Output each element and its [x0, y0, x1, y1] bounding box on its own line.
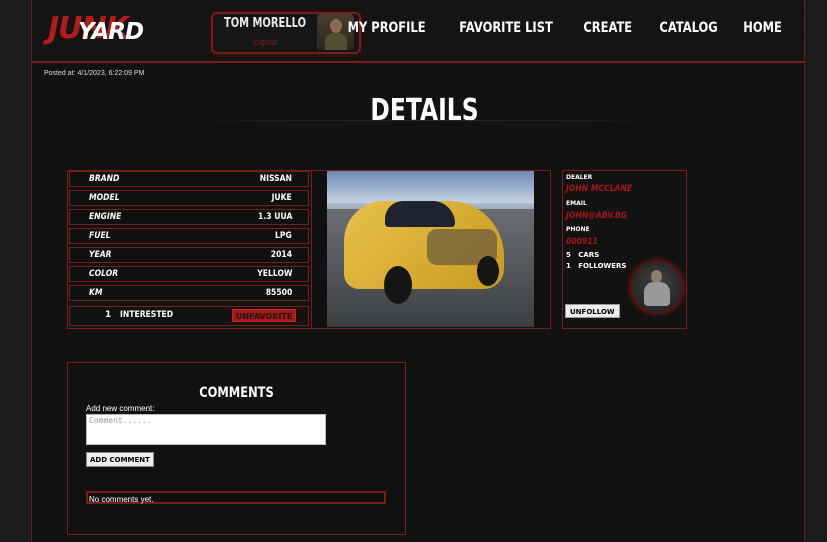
spec-label: COLOR	[89, 269, 119, 279]
spec-label: ENGINE	[89, 212, 122, 222]
dealer-card: DEALER JOHN MCCLANE EMAIL JOHN@ABV.BG PH…	[562, 170, 687, 329]
page-frame: JUNK YARD TOM MORELLO logout MY PROFILE …	[31, 0, 805, 542]
interested-label: INTERESTED	[120, 310, 174, 320]
nav-my-profile[interactable]: MY PROFILE	[348, 18, 426, 38]
spec-label: KM	[89, 288, 103, 298]
unfavorite-button[interactable]: UNFAVORITE	[232, 309, 297, 322]
spec-value: YELLOW	[256, 269, 292, 279]
spec-row: ENGINE 1.3 UUA	[69, 209, 309, 225]
spec-value: 85500	[265, 288, 292, 298]
dealer-phone: 000911	[566, 237, 598, 247]
car-photo	[327, 171, 534, 327]
main-nav: MY PROFILE FAVORITE LIST CREATE CATALOG …	[339, 18, 786, 38]
spec-row: KM 85500	[69, 285, 309, 301]
spec-row: COLOR YELLOW	[69, 266, 309, 282]
comments-panel: COMMENTS Add new comment: ADD COMMENT No…	[67, 362, 406, 535]
nav-favorite-list[interactable]: FAVORITE LIST	[459, 18, 553, 38]
specs-table: BRAND NISSAN MODEL JUKE ENGINE 1.3 UUA F…	[67, 170, 313, 329]
dealer-email: JOHN@ABV.BG	[566, 211, 628, 221]
title-divider	[162, 120, 687, 121]
no-comments-text: No comments yet.	[86, 491, 386, 504]
dealer-name[interactable]: JOHN MCCLANE	[566, 184, 632, 195]
spec-row: FUEL LPG	[69, 228, 309, 244]
comments-heading: COMMENTS	[199, 385, 274, 401]
spec-value: JUKE	[271, 193, 292, 203]
followers-count: 1 FOLLOWERS	[566, 262, 626, 271]
logout-link[interactable]: logout	[213, 36, 317, 48]
spec-row: MODEL JUKE	[69, 190, 309, 206]
nav-home[interactable]: HOME	[743, 18, 782, 38]
interested-row: 1 INTERESTED UNFAVORITE	[69, 306, 309, 326]
logo-yard: YARD	[78, 19, 144, 45]
spec-label: YEAR	[89, 250, 112, 260]
spec-value: 2014	[270, 250, 292, 260]
posted-timestamp: Posted at: 4/1/2023, 6:22:09 PM	[44, 70, 145, 77]
dealer-avatar	[631, 261, 683, 313]
cars-count-value: 5	[566, 251, 571, 259]
dealer-label: DEALER	[566, 174, 593, 181]
spec-value: 1.3 UUA	[257, 212, 292, 222]
interested-count: 1	[105, 310, 112, 320]
spec-value: LPG	[275, 231, 292, 241]
unfollow-button[interactable]: UNFOLLOW	[565, 304, 620, 318]
phone-label: PHONE	[566, 226, 590, 233]
cars-count-label: CARS	[578, 251, 600, 259]
followers-count-label: FOLLOWERS	[578, 262, 627, 270]
car-photo-frame	[311, 170, 551, 329]
comment-input[interactable]	[86, 414, 326, 445]
site-logo[interactable]: JUNK YARD	[48, 12, 173, 46]
spec-label: FUEL	[89, 231, 111, 241]
spec-label: MODEL	[89, 193, 120, 203]
cars-count: 5 CARS	[566, 251, 599, 260]
username: TOM MORELLO	[223, 16, 307, 31]
add-comment-label: Add new comment:	[86, 404, 155, 413]
add-comment-button[interactable]: ADD COMMENT	[86, 452, 154, 467]
email-label: EMAIL	[566, 200, 587, 207]
spec-row: YEAR 2014	[69, 247, 309, 263]
page-title: DETAILS	[370, 93, 479, 128]
spec-label: BRAND	[89, 174, 120, 184]
top-bar: JUNK YARD TOM MORELLO logout MY PROFILE …	[32, 0, 804, 63]
nav-catalog[interactable]: CATALOG	[659, 18, 717, 38]
followers-count-value: 1	[566, 262, 571, 270]
spec-row: BRAND NISSAN	[69, 171, 309, 187]
spec-value: NISSAN	[259, 174, 292, 184]
nav-create[interactable]: CREATE	[584, 18, 633, 38]
